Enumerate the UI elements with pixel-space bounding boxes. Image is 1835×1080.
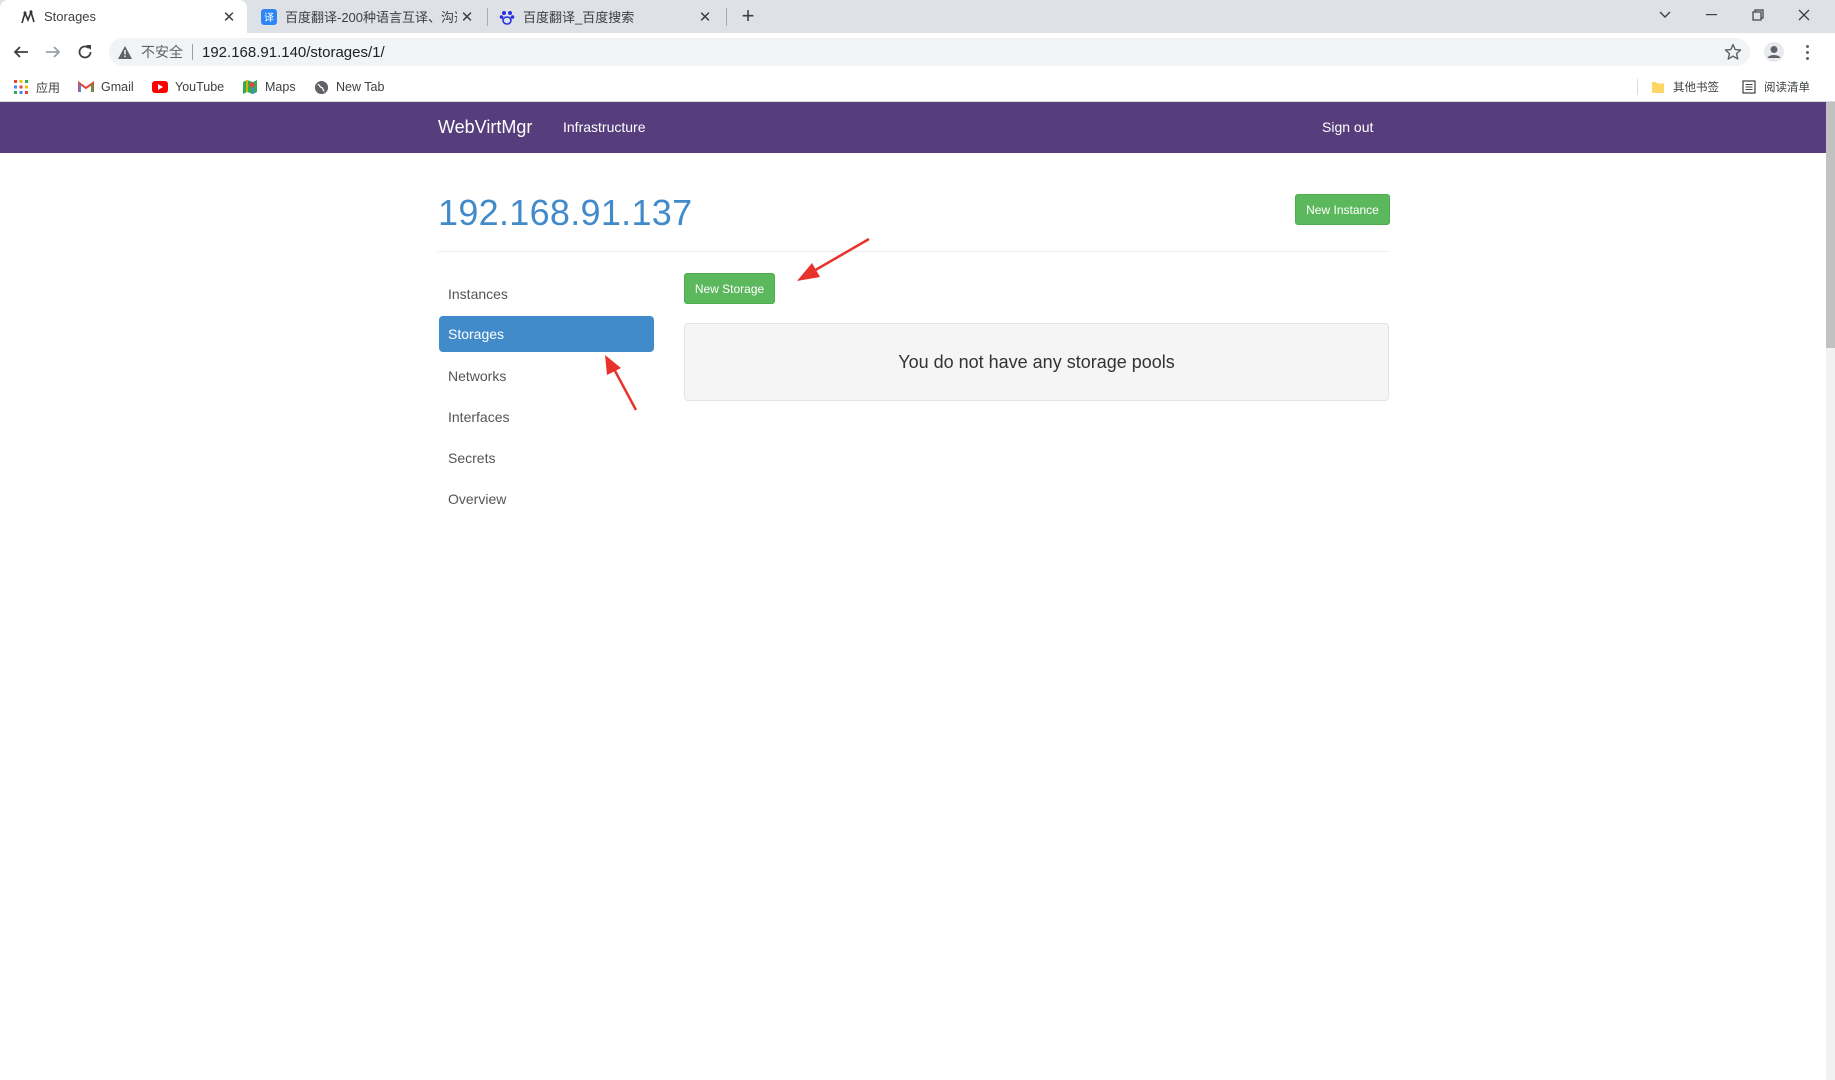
sidebar-item-networks[interactable]: Networks xyxy=(439,358,654,394)
new-instance-button[interactable]: New Instance xyxy=(1295,194,1390,225)
bookmark-label: New Tab xyxy=(336,80,385,94)
bookmark-apps[interactable]: 应用 xyxy=(13,77,60,97)
tab-baidu-search[interactable]: 百度翻译_百度搜索 ✕ xyxy=(489,0,723,33)
tab-title: 百度翻译-200种语言互译、沟通全 xyxy=(285,10,457,25)
annotation-arrow-new-storage xyxy=(797,237,870,281)
folder-icon xyxy=(1650,79,1666,95)
page-viewport: WebVirtMgr Infrastructure Sign out 192.1… xyxy=(0,102,1835,1080)
forward-arrow-icon[interactable] xyxy=(41,40,65,64)
bookmark-gmail[interactable]: Gmail xyxy=(78,77,134,97)
bookmark-label: Gmail xyxy=(101,80,134,94)
tab-title: Storages xyxy=(44,9,97,24)
bookmark-label: YouTube xyxy=(175,80,225,94)
bookmark-other-folder[interactable]: 其他书签 xyxy=(1650,77,1719,97)
tab-separator xyxy=(726,8,727,26)
reading-list[interactable]: 阅读清单 xyxy=(1741,77,1810,97)
new-storage-button[interactable]: New Storage xyxy=(684,273,775,304)
sidebar-item-secrets[interactable]: Secrets xyxy=(439,440,654,476)
bookmarks-bar: 应用 Gmail YouTube Maps New Tab 其他书签 阅读清单 xyxy=(0,71,1835,102)
new-tab-plus-icon[interactable]: + xyxy=(737,5,759,27)
restore-icon[interactable] xyxy=(1735,0,1781,30)
tab-strip: Storages ✕ 译 百度翻译-200种语言互译、沟通全 ✕ 百度翻译_百度… xyxy=(0,0,1835,33)
apps-grid-icon xyxy=(13,79,29,95)
header-divider xyxy=(438,251,1389,252)
sidebar-item-storages[interactable]: Storages xyxy=(439,316,654,352)
warning-triangle-icon[interactable] xyxy=(117,44,133,60)
not-secure-label[interactable]: 不安全 xyxy=(141,42,183,62)
empty-storage-message: You do not have any storage pools xyxy=(684,323,1389,401)
kebab-menu-icon[interactable] xyxy=(1797,41,1817,63)
tab-title: 百度翻译_百度搜索 xyxy=(523,10,635,25)
bookmark-new-tab[interactable]: New Tab xyxy=(313,77,384,97)
browser-toolbar: 不安全 192.168.91.140/storages/1/ xyxy=(0,33,1835,71)
brand-link[interactable]: WebVirtMgr xyxy=(438,117,532,138)
bookmark-maps[interactable]: Maps xyxy=(242,77,296,97)
tab-separator xyxy=(487,8,488,26)
address-bar[interactable]: 不安全 192.168.91.140/storages/1/ xyxy=(109,38,1750,66)
bookmark-label: 其他书签 xyxy=(1673,80,1719,94)
tab-search-chevron-icon[interactable] xyxy=(1642,0,1688,30)
bookmark-label: 应用 xyxy=(36,80,61,95)
sidebar-item-overview[interactable]: Overview xyxy=(439,481,654,517)
bookmark-label: Maps xyxy=(265,80,296,94)
back-arrow-icon[interactable] xyxy=(9,40,33,64)
nav-infrastructure-link[interactable]: Infrastructure xyxy=(563,119,645,135)
close-icon[interactable]: ✕ xyxy=(695,7,715,27)
sidebar-item-instances[interactable]: Instances xyxy=(439,276,654,312)
url-text[interactable]: 192.168.91.140/storages/1/ xyxy=(202,44,385,61)
app-navbar: WebVirtMgr Infrastructure Sign out xyxy=(0,102,1826,153)
baidu-translate-icon: 译 xyxy=(261,8,277,25)
bookmarks-divider xyxy=(1637,79,1638,95)
svg-text:译: 译 xyxy=(264,12,274,24)
close-icon[interactable]: ✕ xyxy=(457,7,477,27)
bookmark-label: 阅读清单 xyxy=(1764,80,1810,94)
minimize-icon[interactable] xyxy=(1689,0,1735,30)
reading-list-icon xyxy=(1741,79,1757,95)
webvirtmgr-icon xyxy=(20,8,36,25)
globe-icon xyxy=(313,79,329,95)
page-title: 192.168.91.137 xyxy=(438,192,693,233)
reload-icon[interactable] xyxy=(73,40,97,64)
omnibox-divider xyxy=(192,44,193,60)
sidebar-item-interfaces[interactable]: Interfaces xyxy=(439,399,654,435)
gmail-icon xyxy=(78,79,94,95)
tab-baidu-translate[interactable]: 译 百度翻译-200种语言互译、沟通全 ✕ xyxy=(251,0,485,33)
window-close-icon[interactable] xyxy=(1781,0,1827,30)
youtube-icon xyxy=(152,79,168,95)
profile-avatar-icon[interactable] xyxy=(1763,41,1785,63)
maps-icon xyxy=(242,79,258,95)
sign-out-link[interactable]: Sign out xyxy=(1322,119,1373,135)
bookmark-youtube[interactable]: YouTube xyxy=(152,77,224,97)
close-icon[interactable]: ✕ xyxy=(219,7,239,27)
tab-storages[interactable]: Storages ✕ xyxy=(0,0,247,33)
scrollbar-thumb[interactable] xyxy=(1826,102,1835,348)
baidu-paw-icon xyxy=(499,9,515,25)
page-scrollbar[interactable] xyxy=(1826,102,1835,1080)
bookmark-star-icon[interactable] xyxy=(1724,43,1742,61)
annotation-arrows xyxy=(605,237,870,411)
